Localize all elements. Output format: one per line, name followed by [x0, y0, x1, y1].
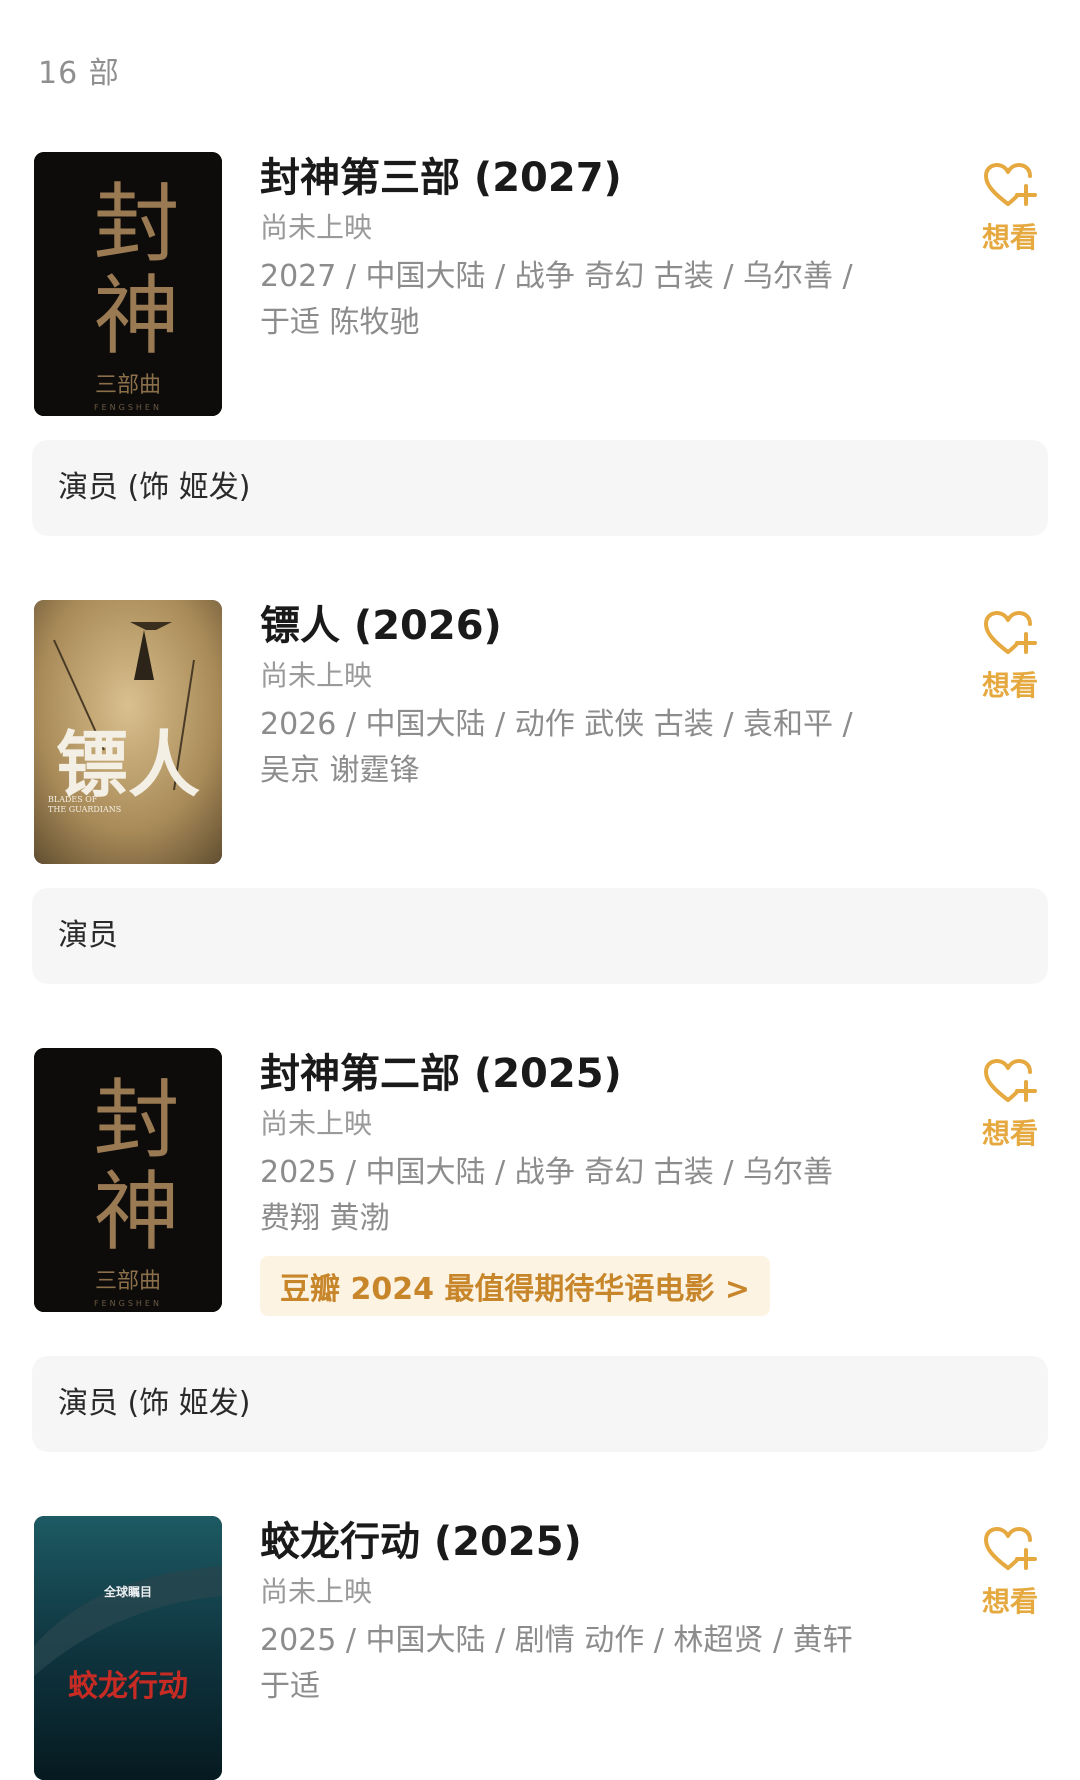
poster-top-text: 全球瞩目 [103, 1584, 152, 1599]
movie-title[interactable]: 封神第二部 (2025) [260, 1048, 900, 1100]
meta-line: 于适 [260, 1669, 320, 1704]
filmography-page: 16 部 封神 三部曲 FENGSHEN 封神第三部 (2027) 尚未上映 2… [0, 0, 1080, 1780]
poster-title-text: 封神 [78, 178, 178, 362]
role-bar[interactable]: 演员 (饰 姬发) [32, 1356, 1048, 1452]
want-to-watch-label: 想看 [981, 221, 1038, 254]
release-status: 尚未上映 [260, 659, 373, 692]
poster-sub-text: 三部曲 [95, 373, 161, 398]
movie-title[interactable]: 封神第三部 (2027) [260, 152, 900, 204]
movie-meta: 2025 / 中国大陆 / 战争 奇幻 古装 / 乌尔善 费翔 黄渤 [260, 1150, 900, 1242]
film-count: 16 部 [38, 56, 120, 91]
meta-line: 费翔 黄渤 [260, 1201, 390, 1236]
poster-sub-text: 三部曲 [95, 1269, 161, 1294]
want-to-watch-label: 想看 [981, 1585, 1038, 1618]
poster-image: 封神 三部曲 FENGSHEN [34, 152, 222, 416]
movie-info: 封神第三部 (2027) 尚未上映 2027 / 中国大陆 / 战争 奇幻 古装… [260, 152, 900, 346]
want-to-watch-button[interactable]: 想看 [970, 610, 1050, 704]
movie-meta: 2026 / 中国大陆 / 动作 武侠 古装 / 袁和平 / 吴京 谢霆锋 [260, 702, 900, 794]
heart-plus-icon [984, 1527, 1037, 1570]
release-status: 尚未上映 [260, 1107, 373, 1140]
movie-meta: 2027 / 中国大陆 / 战争 奇幻 古装 / 乌尔善 / 于适 陈牧驰 [260, 254, 900, 346]
poster-image: 镖人 BLADES OF THE GUARDIANS [34, 600, 222, 864]
want-to-watch-button[interactable]: 想看 [970, 1058, 1050, 1152]
award-badge[interactable]: 豆瓣 2024 最值得期待华语电影 > [260, 1256, 770, 1316]
movie-info: 镖人 (2026) 尚未上映 2026 / 中国大陆 / 动作 武侠 古装 / … [260, 600, 900, 794]
movie-title[interactable]: 镖人 (2026) [260, 600, 900, 652]
movie-info: 封神第二部 (2025) 尚未上映 2025 / 中国大陆 / 战争 奇幻 古装… [260, 1048, 900, 1316]
meta-line: 2025 / 中国大陆 / 战争 奇幻 古装 / 乌尔善 [260, 1155, 833, 1190]
meta-line: 于适 陈牧驰 [260, 305, 420, 340]
meta-line: 2026 / 中国大陆 / 动作 武侠 古装 / 袁和平 / [260, 707, 853, 742]
release-status: 尚未上映 [260, 1575, 373, 1608]
meta-line: 吴京 谢霆锋 [260, 753, 420, 788]
role-text: 演员 [58, 918, 118, 953]
heart-plus-icon [984, 611, 1037, 654]
meta-line: 2025 / 中国大陆 / 剧情 动作 / 林超贤 / 黄轩 [260, 1623, 853, 1658]
role-bar[interactable]: 演员 (饰 姬发) [32, 440, 1048, 536]
poster-image: 全球瞩目 蛟龙行动 [34, 1516, 222, 1780]
poster-latin-text: BLADES OF [48, 795, 98, 804]
movie-poster[interactable]: 封神 三部曲 FENGSHEN [34, 152, 222, 416]
poster-latin-text: THE GUARDIANS [48, 805, 121, 814]
role-text: 演员 (饰 姬发) [58, 470, 251, 505]
meta-line: 2027 / 中国大陆 / 战争 奇幻 古装 / 乌尔善 / [260, 259, 853, 294]
movie-poster[interactable]: 封神 三部曲 FENGSHEN [34, 1048, 222, 1312]
want-to-watch-label: 想看 [981, 1117, 1038, 1150]
poster-image: 封神 三部曲 FENGSHEN [34, 1048, 222, 1312]
movie-title[interactable]: 蛟龙行动 (2025) [260, 1516, 900, 1568]
poster-latin-text: FENGSHEN [94, 403, 162, 412]
release-status: 尚未上映 [260, 211, 373, 244]
role-text: 演员 (饰 姬发) [58, 1386, 251, 1421]
poster-latin-text: FENGSHEN [94, 1299, 162, 1308]
heart-plus-icon [984, 1059, 1037, 1102]
movie-info: 蛟龙行动 (2025) 尚未上映 2025 / 中国大陆 / 剧情 动作 / 林… [260, 1516, 900, 1710]
movie-poster[interactable]: 全球瞩目 蛟龙行动 [34, 1516, 222, 1780]
heart-plus-icon [984, 163, 1037, 206]
movie-poster[interactable]: 镖人 BLADES OF THE GUARDIANS [34, 600, 222, 864]
want-to-watch-button[interactable]: 想看 [970, 162, 1050, 256]
role-bar[interactable]: 演员 [32, 888, 1048, 984]
poster-title-text: 蛟龙行动 [68, 1669, 188, 1704]
want-to-watch-button[interactable]: 想看 [970, 1526, 1050, 1620]
want-to-watch-label: 想看 [981, 669, 1038, 702]
movie-meta: 2025 / 中国大陆 / 剧情 动作 / 林超贤 / 黄轩 于适 [260, 1618, 900, 1710]
poster-title-text: 封神 [78, 1074, 178, 1258]
